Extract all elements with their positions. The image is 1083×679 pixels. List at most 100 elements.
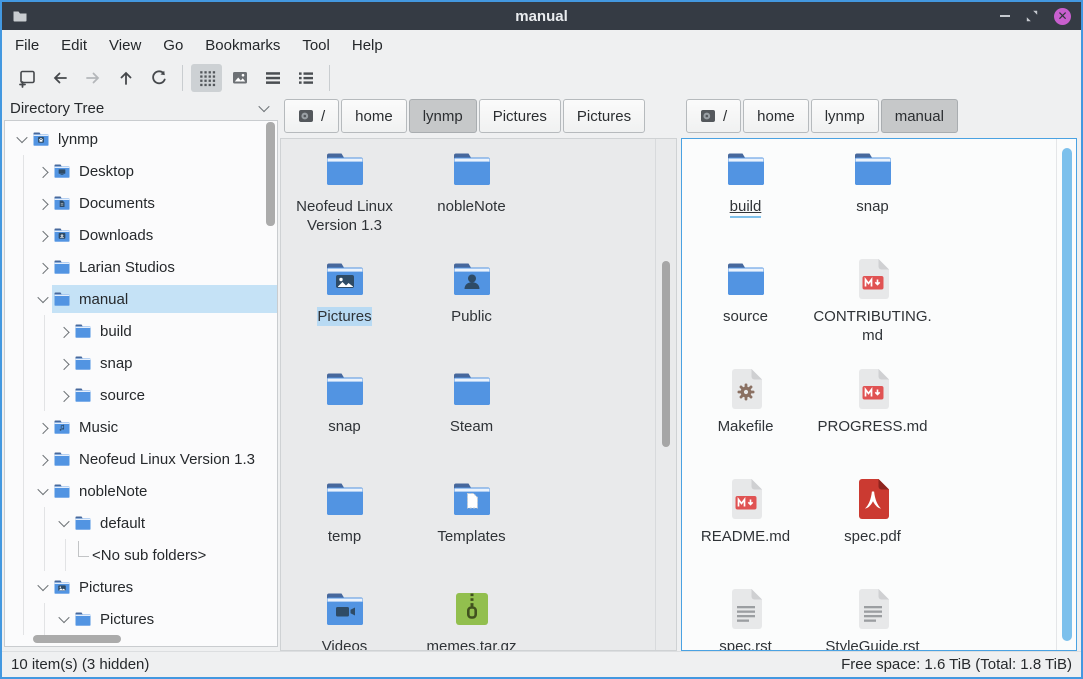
file-item-templates[interactable]: Templates: [408, 473, 535, 583]
tree-guide-line: [34, 539, 55, 571]
breadcrumb-home[interactable]: home: [743, 99, 809, 133]
file-item-steam[interactable]: Steam: [408, 363, 535, 473]
back-button[interactable]: [44, 64, 75, 92]
file-item-spec-rst[interactable]: spec.rst: [682, 583, 809, 651]
new-window-button[interactable]: [11, 64, 42, 92]
tree-item-documents[interactable]: Documents: [5, 187, 277, 219]
menu-edit[interactable]: Edit: [50, 33, 98, 58]
tree-item--no-sub-folders-[interactable]: <No sub folders>: [5, 539, 277, 571]
file-item-pictures[interactable]: Pictures: [281, 253, 408, 363]
breadcrumb-label: lynmp: [423, 108, 463, 125]
expand-arrow-icon[interactable]: [34, 263, 52, 271]
tree-item-manual[interactable]: manual: [5, 283, 277, 315]
tree-item-downloads[interactable]: Downloads: [5, 219, 277, 251]
tree-guide-line: [13, 187, 34, 219]
tree-item-label: source: [100, 387, 145, 404]
breadcrumb-label: lynmp: [825, 108, 865, 125]
menu-bookmarks[interactable]: Bookmarks: [194, 33, 291, 58]
tree-item-label: Music: [79, 419, 118, 436]
file-item-neofeud-linux-version-1-3[interactable]: Neofeud Linux Version 1.3: [281, 143, 408, 253]
breadcrumb-root[interactable]: /: [686, 99, 741, 133]
folder-icon: [73, 385, 93, 405]
file-item-label: source: [723, 307, 768, 326]
tree-item-build[interactable]: build: [5, 315, 277, 347]
file-item-noblenote[interactable]: nobleNote: [408, 143, 535, 253]
expand-arrow-icon[interactable]: [34, 167, 52, 175]
tree-item-source[interactable]: source: [5, 379, 277, 411]
collapse-arrow-icon[interactable]: [34, 583, 52, 591]
expand-arrow-icon[interactable]: [55, 327, 73, 335]
file-item-temp[interactable]: temp: [281, 473, 408, 583]
maximize-button[interactable]: [1024, 8, 1040, 24]
collapse-arrow-icon[interactable]: [34, 487, 52, 495]
breadcrumb-home[interactable]: home: [341, 99, 407, 133]
file-item-public[interactable]: Public: [408, 253, 535, 363]
tree-item-pictures[interactable]: Pictures: [5, 603, 277, 635]
expand-arrow-icon[interactable]: [34, 231, 52, 239]
menu-go[interactable]: Go: [152, 33, 194, 58]
sidebar-vertical-scrollbar[interactable]: [266, 122, 275, 226]
tree-item-label: default: [100, 515, 145, 532]
sidebar-mode-select[interactable]: Directory Tree: [2, 96, 280, 120]
tree-item-snap[interactable]: snap: [5, 347, 277, 379]
file-item-snap[interactable]: snap: [281, 363, 408, 473]
menu-view[interactable]: View: [98, 33, 152, 58]
breadcrumb-label: home: [757, 108, 795, 125]
expand-arrow-icon[interactable]: [55, 391, 73, 399]
file-item-source[interactable]: source: [682, 253, 809, 363]
close-button[interactable]: ✕: [1054, 8, 1071, 25]
file-item-spec-pdf[interactable]: spec.pdf: [809, 473, 936, 583]
tree-item-lynmp[interactable]: lynmp: [5, 123, 277, 155]
file-item-snap[interactable]: snap: [809, 143, 936, 253]
toolbar: [2, 60, 1081, 96]
file-item-build[interactable]: build: [682, 143, 809, 253]
compact-view-button[interactable]: [257, 64, 288, 92]
expand-arrow-icon[interactable]: [55, 359, 73, 367]
breadcrumb-lynmp[interactable]: lynmp: [811, 99, 879, 133]
menu-file[interactable]: File: [4, 33, 50, 58]
collapse-arrow-icon[interactable]: [34, 295, 52, 303]
detailed-list-view-button[interactable]: [290, 64, 321, 92]
expand-arrow-icon[interactable]: [34, 455, 52, 463]
breadcrumb-lynmp[interactable]: lynmp: [409, 99, 477, 133]
refresh-button[interactable]: [143, 64, 174, 92]
expand-arrow-icon[interactable]: [34, 423, 52, 431]
forward-button[interactable]: [77, 64, 108, 92]
file-item-contributing-md[interactable]: CONTRIBUTING.md: [809, 253, 936, 363]
archive-file-icon: [448, 585, 496, 633]
left-pane-scrollbar[interactable]: [662, 261, 670, 447]
collapse-arrow-icon[interactable]: [13, 135, 31, 143]
thumbnail-view-button[interactable]: [224, 64, 255, 92]
file-item-makefile[interactable]: Makefile: [682, 363, 809, 473]
tree-item-default[interactable]: default: [5, 507, 277, 539]
file-item-styleguide-rst[interactable]: StyleGuide.rst: [809, 583, 936, 651]
file-item-memes-tar-gz[interactable]: memes.tar.gz: [408, 583, 535, 651]
icon-view-button[interactable]: [191, 64, 222, 92]
chevron-down-icon: [258, 101, 269, 112]
breadcrumb-root[interactable]: /: [284, 99, 339, 133]
tree-item-larian-studios[interactable]: Larian Studios: [5, 251, 277, 283]
right-pane-scrollbar[interactable]: [1062, 148, 1072, 641]
file-item-readme-md[interactable]: README.md: [682, 473, 809, 583]
breadcrumb-pictures[interactable]: Pictures: [563, 99, 645, 133]
file-item-label: Steam: [450, 417, 493, 436]
menu-tool[interactable]: Tool: [291, 33, 341, 58]
tree-item-desktop[interactable]: Desktop: [5, 155, 277, 187]
tree-item-neofeud-linux-version-1-3[interactable]: Neofeud Linux Version 1.3: [5, 443, 277, 475]
up-button[interactable]: [110, 64, 141, 92]
minimize-button[interactable]: [1000, 15, 1010, 17]
tree-item-noblenote[interactable]: nobleNote: [5, 475, 277, 507]
file-item-progress-md[interactable]: PROGRESS.md: [809, 363, 936, 473]
file-item-videos[interactable]: Videos: [281, 583, 408, 651]
breadcrumb-manual[interactable]: manual: [881, 99, 958, 133]
tree-item-pictures[interactable]: Pictures: [5, 571, 277, 603]
tree-item-label: build: [100, 323, 132, 340]
menu-help[interactable]: Help: [341, 33, 394, 58]
collapse-arrow-icon[interactable]: [55, 519, 73, 527]
collapse-arrow-icon[interactable]: [55, 615, 73, 623]
breadcrumb-pictures[interactable]: Pictures: [479, 99, 561, 133]
sidebar-horizontal-scrollbar[interactable]: [33, 635, 121, 643]
right-pane-scrollbar-track: [1056, 139, 1076, 650]
expand-arrow-icon[interactable]: [34, 199, 52, 207]
tree-item-music[interactable]: Music: [5, 411, 277, 443]
